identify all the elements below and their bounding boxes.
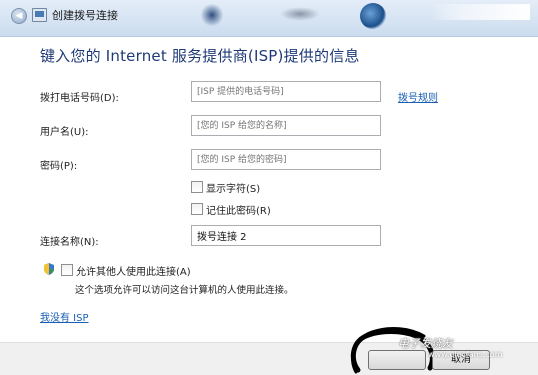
window-title: 创建拨号连接 bbox=[52, 9, 118, 22]
title-bar-fade bbox=[430, 4, 530, 20]
network-connection-icon bbox=[32, 8, 47, 22]
show-characters-checkbox[interactable] bbox=[191, 181, 203, 193]
uac-shield-icon bbox=[44, 263, 54, 275]
password-label: 密码(P): bbox=[40, 161, 78, 172]
watermark-url: www.elecfans.com bbox=[428, 350, 503, 359]
globe-icon bbox=[360, 3, 386, 29]
allow-others-checkbox[interactable] bbox=[61, 264, 73, 276]
watermark-logo-text: 电子发烧友 bbox=[398, 337, 453, 350]
title-bar: ◀ 创建拨号连接 bbox=[0, 0, 538, 37]
phone-number-label: 拨打电话号码(D): bbox=[40, 93, 119, 104]
connection-name-label: 连接名称(N): bbox=[40, 237, 99, 248]
page-heading: 键入您的 Internet 服务提供商(ISP)提供的信息 bbox=[40, 47, 360, 65]
allow-others-label: 允许其他人使用此连接(A) bbox=[76, 267, 191, 278]
remember-password-label: 记住此密码(R) bbox=[206, 206, 271, 217]
remember-password-checkbox[interactable] bbox=[191, 203, 203, 215]
connection-name-input[interactable] bbox=[191, 225, 381, 246]
no-isp-link[interactable]: 我没有 ISP bbox=[40, 309, 89, 324]
blurred-background-icon bbox=[280, 7, 320, 21]
back-arrow-icon[interactable]: ◀ bbox=[11, 8, 27, 24]
username-label: 用户名(U): bbox=[40, 127, 89, 138]
phone-number-input[interactable] bbox=[191, 81, 381, 102]
show-characters-label: 显示字符(S) bbox=[206, 184, 261, 195]
password-input[interactable] bbox=[191, 149, 381, 170]
blurred-background-icon bbox=[200, 4, 224, 26]
dialing-rules-link[interactable]: 拨号规则 bbox=[398, 89, 438, 104]
username-input[interactable] bbox=[191, 115, 381, 136]
allow-others-note: 这个选项允许可以访问这台计算机的人使用此连接。 bbox=[75, 285, 294, 296]
